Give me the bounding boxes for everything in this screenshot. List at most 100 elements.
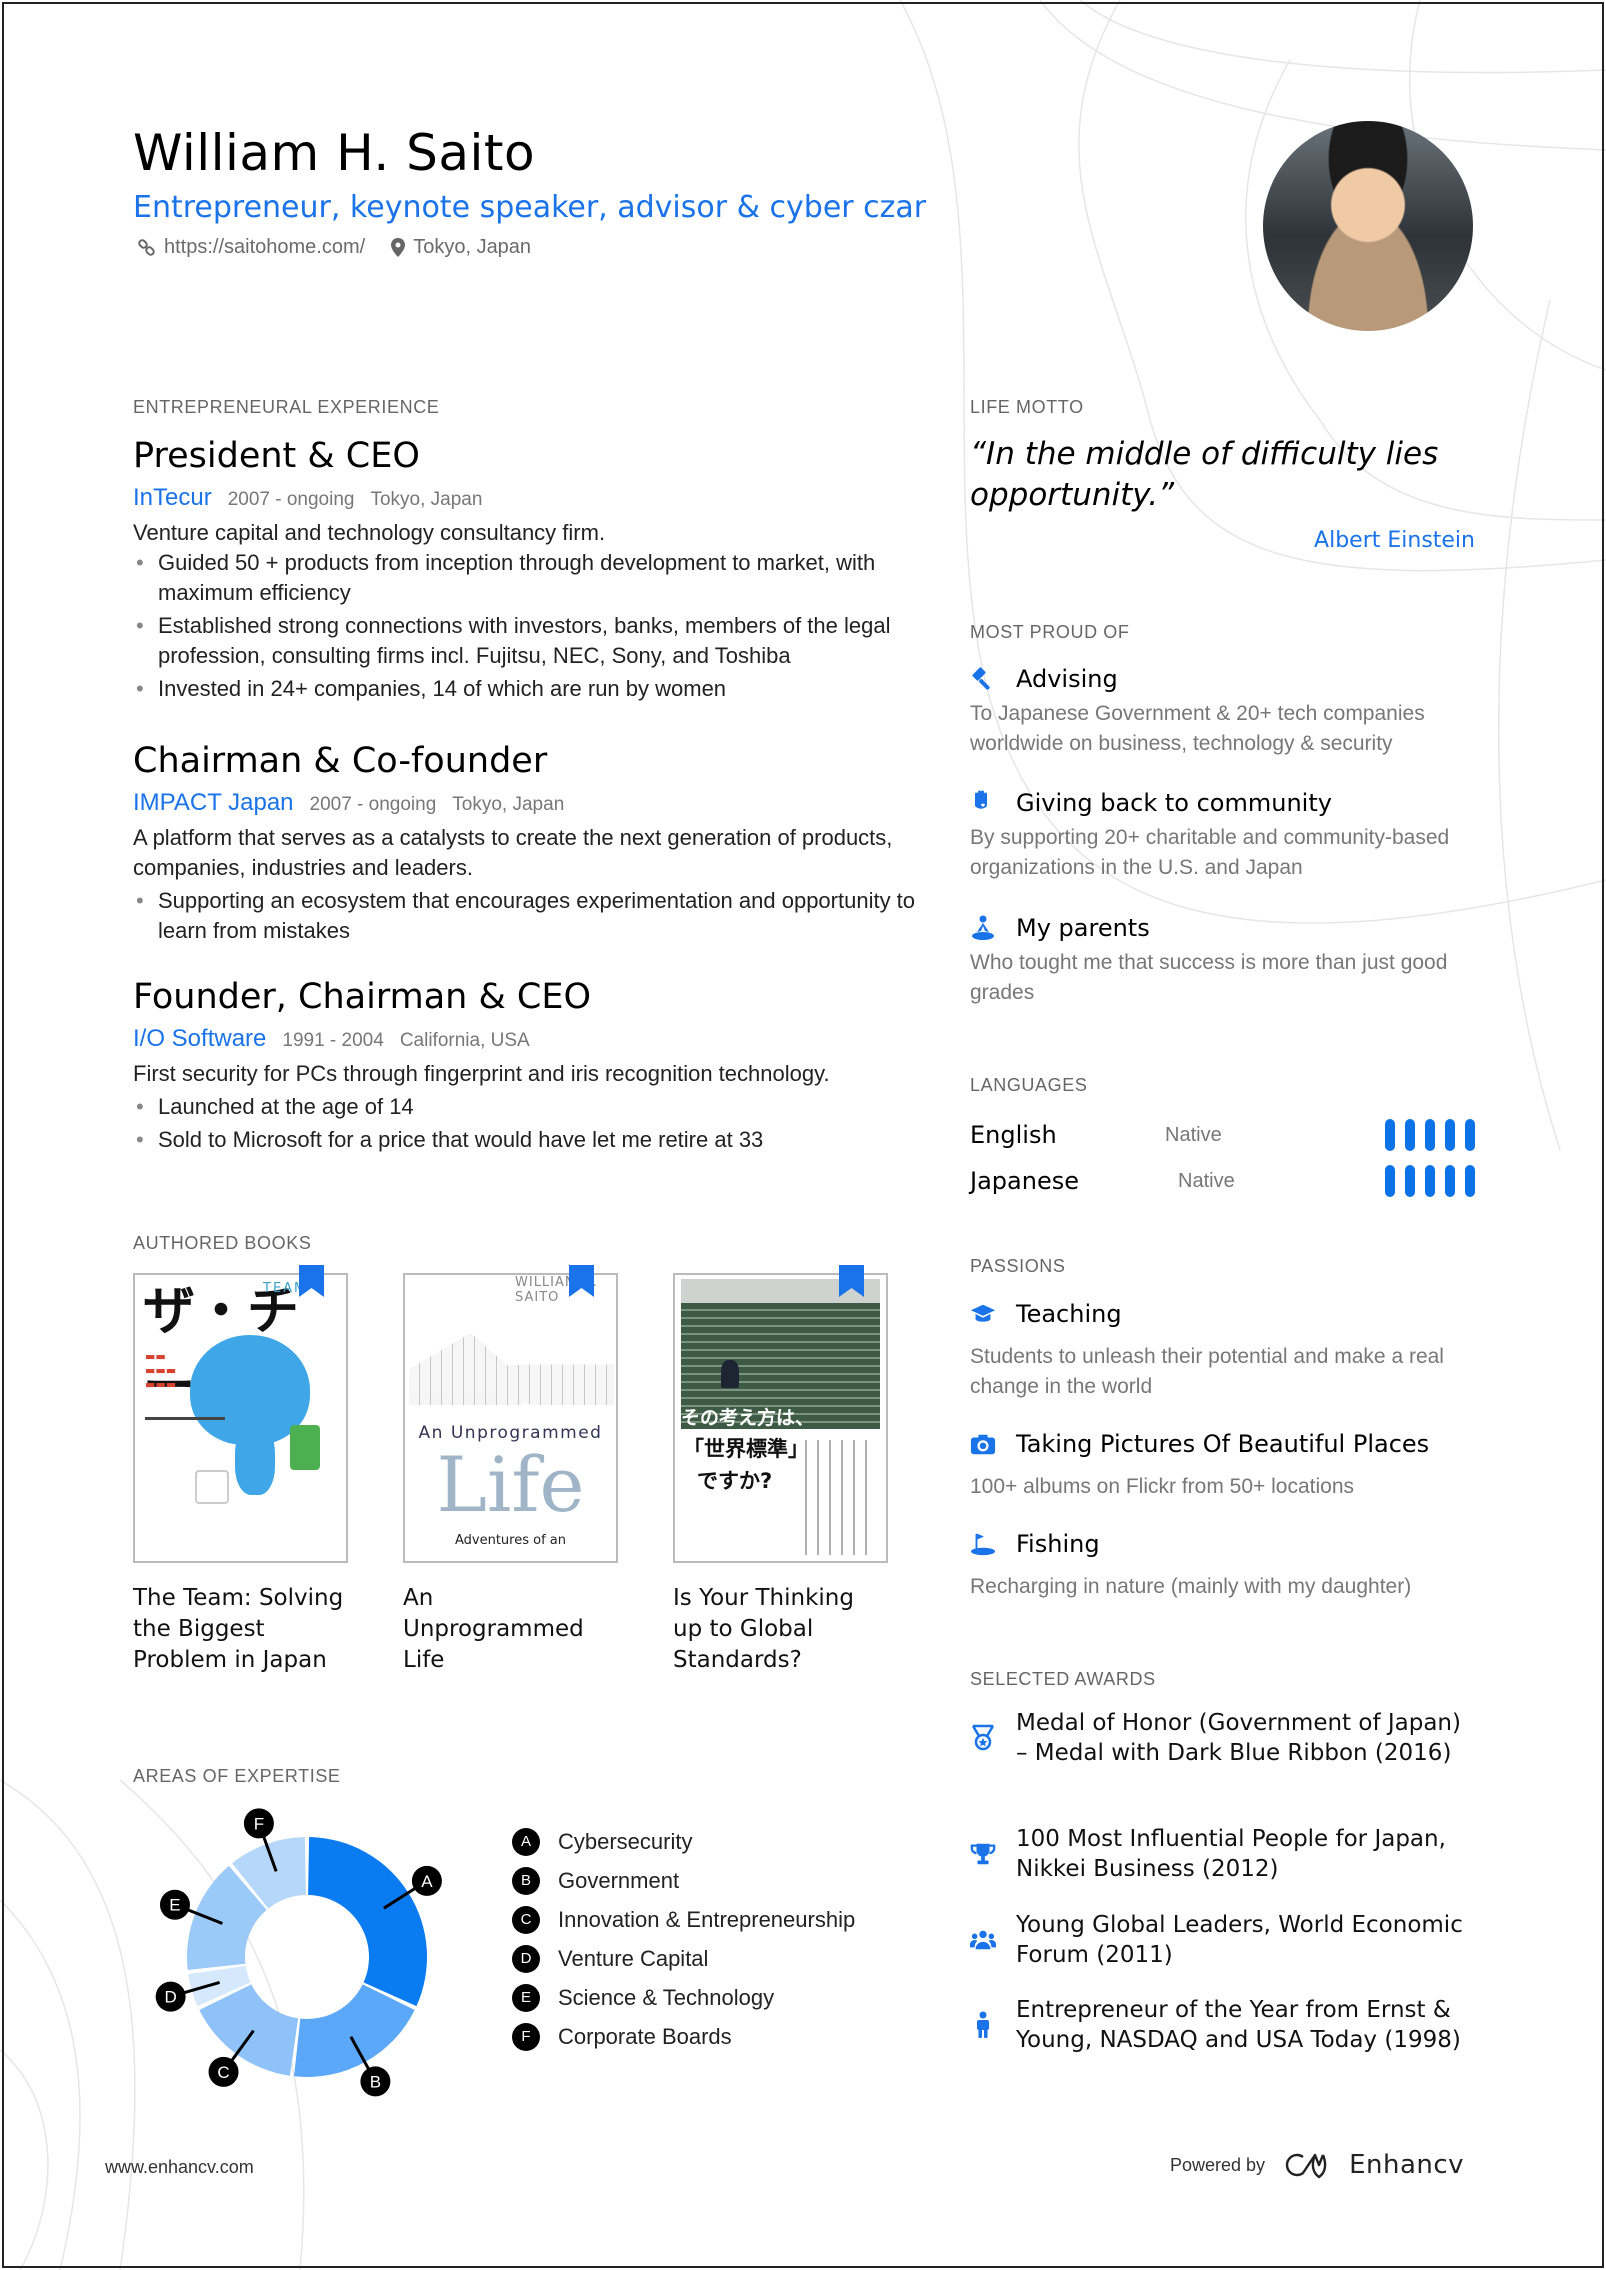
language-level: Native bbox=[1165, 1123, 1222, 1146]
hand-heart-icon bbox=[970, 790, 996, 816]
job-3: Founder, Chairman & CEO I/O Software 199… bbox=[133, 977, 918, 1155]
award-item: 100 Most Influential People for Japan, N… bbox=[970, 1824, 1475, 1884]
book-cover-art bbox=[721, 1360, 739, 1388]
book-3[interactable]: その考え方は、 「世界標準」 ですか? Is Your Thinking up … bbox=[673, 1265, 888, 1676]
award-item: Young Global Leaders, World Economic For… bbox=[970, 1910, 1475, 1970]
rating-bar bbox=[1445, 1119, 1455, 1151]
legend-item: A Cybersecurity bbox=[512, 1822, 855, 1861]
legend-item: C Innovation & Entrepreneurship bbox=[512, 1900, 855, 1939]
job-1: President & CEO InTecur 2007 - ongoing T… bbox=[133, 436, 918, 704]
job-location: California, USA bbox=[399, 1030, 530, 1051]
job-bullet: Invested in 24+ companies, 14 of which a… bbox=[136, 674, 918, 704]
proud-item-title: Advising bbox=[1016, 665, 1118, 693]
profile-photo bbox=[1263, 121, 1473, 331]
passions-section-title: PASSIONS bbox=[970, 1256, 1066, 1276]
company-name: IMPACT Japan bbox=[133, 789, 294, 816]
rating-bar bbox=[1445, 1165, 1455, 1197]
experience-section-title: ENTREPRENEURAL EXPERIENCE bbox=[133, 397, 440, 417]
group-icon bbox=[970, 1927, 996, 1953]
job-bullet: Supporting an ecosystem that encourages … bbox=[136, 886, 918, 946]
award-item: Medal of Honor (Government of Japan) – M… bbox=[970, 1708, 1475, 1768]
job-dates: 2007 - ongoing bbox=[227, 489, 355, 510]
proud-item-parents: My parents Who tought me that success is… bbox=[970, 914, 1475, 1008]
language-row: Japanese Native bbox=[970, 1158, 1475, 1204]
donut-label-letter: A bbox=[421, 1872, 433, 1891]
language-level: Native bbox=[1178, 1169, 1235, 1192]
language-row: English Native bbox=[970, 1112, 1475, 1158]
proud-item-title: My parents bbox=[1016, 914, 1150, 942]
legend-label: Science & Technology bbox=[558, 1984, 775, 2010]
proud-item-text: By supporting 20+ charitable and communi… bbox=[970, 826, 1450, 879]
book-cover-art bbox=[235, 1425, 275, 1495]
job-location: Tokyo, Japan bbox=[370, 489, 483, 510]
powered-by-label: Powered by bbox=[1170, 2154, 1266, 2175]
donut-label-letter: E bbox=[169, 1896, 180, 1915]
job-description: First security for PCs through fingerpri… bbox=[133, 1061, 830, 1086]
passion-item-text: Students to unleash their potential and … bbox=[970, 1345, 1444, 1398]
website-link[interactable]: https://saitohome.com/ bbox=[138, 236, 365, 259]
job-meta: IMPACT Japan 2007 - ongoing Tokyo, Japan bbox=[133, 789, 918, 817]
footer-branding: Powered by Enhancv bbox=[1170, 2150, 1464, 2180]
rating-bar bbox=[1405, 1165, 1415, 1197]
donut-slice-b bbox=[294, 1984, 415, 2077]
job-bullet: Launched at the age of 14 bbox=[136, 1092, 918, 1122]
legend-badge: A bbox=[512, 1827, 540, 1856]
enhancv-brand[interactable]: Enhancv bbox=[1349, 2150, 1464, 2180]
legend-badge: E bbox=[512, 1983, 540, 2012]
language-rating bbox=[1385, 1119, 1475, 1151]
rating-bar bbox=[1465, 1119, 1475, 1151]
meditation-person-icon bbox=[970, 915, 996, 941]
donut-label-letter: D bbox=[164, 1988, 176, 2007]
job-bullet: Established strong connections with inve… bbox=[136, 611, 918, 671]
motto-author: Albert Einstein bbox=[1314, 528, 1475, 553]
job-bullets: Supporting an ecosystem that encourages … bbox=[133, 886, 918, 946]
donut-label-letter: F bbox=[254, 1814, 264, 1833]
gavel-icon bbox=[970, 666, 996, 692]
book-cover[interactable]: ザ・チーム TEAM ▬▬▬▬▬▬▬▬ bbox=[133, 1273, 348, 1563]
book-title: Is Your Thinking up to Global Standards? bbox=[673, 1585, 854, 1673]
book-1[interactable]: ザ・チーム TEAM ▬▬▬▬▬▬▬▬ The Team: Solving th… bbox=[133, 1265, 348, 1676]
donut-label-letter: C bbox=[217, 2063, 229, 2082]
passion-item-photography: Taking Pictures Of Beautiful Places 100+… bbox=[970, 1430, 1475, 1502]
book-cover-title: 「世界標準」 bbox=[683, 1437, 809, 1461]
candidate-name: William H. Saito bbox=[133, 124, 536, 182]
job-bullet: Sold to Microsoft for a price that would… bbox=[136, 1125, 918, 1155]
book-cover-art bbox=[409, 1333, 614, 1405]
graduation-cap-icon bbox=[970, 1301, 996, 1327]
book-cover-art: ▬▬ ▬▬▬ ▬▬▬ bbox=[145, 1350, 177, 1391]
rating-bar bbox=[1405, 1119, 1415, 1151]
donut-slice-a bbox=[308, 1837, 428, 2007]
proud-item-community: Giving back to community By supporting 2… bbox=[970, 789, 1475, 883]
job-meta: I/O Software 1991 - 2004 California, USA bbox=[133, 1025, 918, 1053]
book-cover[interactable]: WILLIAM H. SAITO An Unprogrammed Life Ad… bbox=[403, 1273, 618, 1563]
book-cover-footer: Adventures of an bbox=[454, 1533, 566, 1548]
book-2[interactable]: WILLIAM H. SAITO An Unprogrammed Life Ad… bbox=[403, 1265, 618, 1676]
contact-row: https://saitohome.com/ Tokyo, Japan bbox=[138, 236, 531, 259]
passion-item-title: Taking Pictures Of Beautiful Places bbox=[1016, 1430, 1430, 1458]
legend-label: Corporate Boards bbox=[558, 2023, 732, 2049]
language-rating bbox=[1385, 1165, 1475, 1197]
language-name: English bbox=[970, 1121, 1057, 1149]
footer-website[interactable]: www.enhancv.com bbox=[105, 2157, 254, 2178]
languages-section-title: LANGUAGES bbox=[970, 1075, 1088, 1095]
legend-label: Cybersecurity bbox=[558, 1828, 693, 1854]
book-cover-art bbox=[805, 1440, 875, 1555]
proud-item-text: Who tought me that success is more than … bbox=[970, 951, 1448, 1004]
person-icon bbox=[970, 2011, 996, 2038]
camera-icon bbox=[970, 1431, 996, 1457]
passion-item-text: Recharging in nature (mainly with my dau… bbox=[970, 1575, 1412, 1598]
job-title: Founder, Chairman & CEO bbox=[133, 977, 591, 1017]
website-text[interactable]: https://saitohome.com/ bbox=[164, 236, 365, 259]
award-text: 100 Most Influential People for Japan, N… bbox=[1016, 1826, 1446, 1882]
job-description: Venture capital and technology consultan… bbox=[133, 520, 606, 545]
award-text: Entrepreneur of the Year from Ernst & Yo… bbox=[1016, 1997, 1461, 2053]
donut-label-letter: B bbox=[370, 2072, 381, 2091]
company-name: InTecur bbox=[133, 484, 212, 511]
trophy-icon bbox=[970, 1841, 996, 1867]
book-cover[interactable]: その考え方は、 「世界標準」 ですか? bbox=[673, 1273, 888, 1563]
passion-item-title: Teaching bbox=[1016, 1300, 1122, 1328]
books-section-title: AUTHORED BOOKS bbox=[133, 1233, 312, 1253]
legend-label: Government bbox=[558, 1867, 680, 1893]
book-cover-art bbox=[290, 1425, 320, 1470]
passion-item-text: 100+ albums on Flickr from 50+ locations bbox=[970, 1475, 1355, 1498]
